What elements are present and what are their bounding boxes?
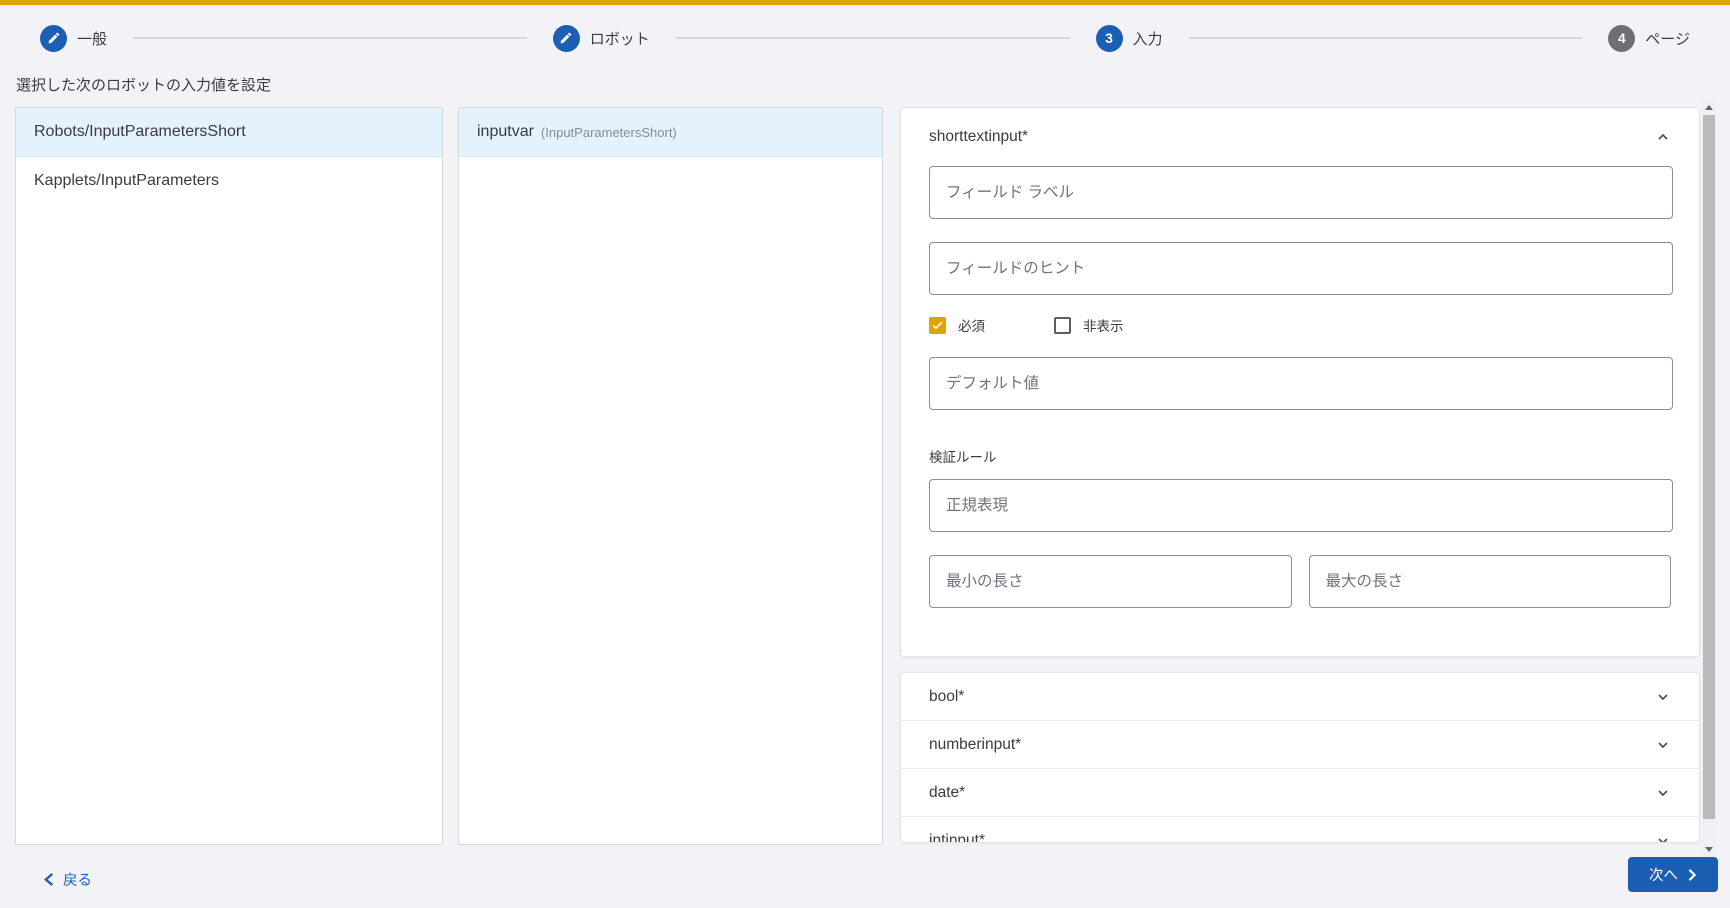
chevron-up-icon[interactable] [1655, 129, 1671, 145]
collapsed-sections-list: bool* numberinput* date* intinput* [900, 672, 1700, 843]
step-label: ページ [1645, 30, 1690, 48]
chevron-down-icon [1658, 693, 1668, 700]
variable-name: inputvar [477, 123, 534, 140]
min-length-input[interactable] [929, 555, 1292, 608]
vertical-scrollbar[interactable] [1702, 100, 1716, 857]
default-value-input[interactable] [929, 357, 1673, 410]
hidden-checkbox[interactable] [1054, 316, 1071, 334]
section-title: shorttextinput* [929, 128, 1029, 145]
robot-list-item[interactable]: Kapplets/InputParameters [16, 157, 442, 206]
section-title: bool* [929, 687, 965, 705]
chevron-left-icon [44, 873, 54, 886]
robot-list-panel: Robots/InputParametersShort Kapplets/Inp… [15, 107, 443, 845]
step-label: ロボット [589, 30, 650, 48]
chevron-down-icon [1658, 789, 1668, 796]
step-general[interactable]: 一般 [40, 24, 108, 52]
hidden-label: 非表示 [1083, 319, 1124, 334]
stepper-connector [675, 37, 1070, 39]
robot-name: Kapplets/InputParameters [34, 172, 219, 189]
pencil-icon [552, 24, 580, 52]
pencil-icon [40, 24, 67, 52]
step-robot[interactable]: ロボット [552, 24, 650, 52]
scroll-down-arrow[interactable] [1705, 847, 1713, 852]
variable-list-panel: inputvar (InputParametersShort) [458, 107, 883, 845]
step-label: 入力 [1132, 30, 1163, 48]
step-label: 一般 [77, 30, 108, 48]
scrollbar-thumb[interactable] [1703, 115, 1715, 819]
next-button[interactable]: 次へ [1628, 857, 1718, 892]
variable-type: (InputParametersShort) [540, 124, 677, 140]
required-label: 必須 [958, 319, 985, 334]
section-row-bool[interactable]: bool* [901, 673, 1699, 721]
page-subtitle: 選択した次のロボットの入力値を設定 [16, 77, 272, 94]
section-row-intinput[interactable]: intinput* [901, 817, 1699, 843]
top-accent-bar [0, 0, 1730, 5]
section-row-numberinput[interactable]: numberinput* [901, 721, 1699, 769]
back-label: 戻る [63, 873, 92, 889]
step-input[interactable]: 3 入力 [1095, 24, 1163, 52]
validation-rules-label: 検証ルール [929, 450, 997, 465]
field-label-input[interactable] [929, 166, 1673, 219]
required-checkbox[interactable] [929, 316, 946, 334]
robot-list-item[interactable]: Robots/InputParametersShort [16, 108, 442, 157]
next-label: 次へ [1649, 868, 1678, 884]
checkbox-row: 必須 非表示 [929, 316, 1671, 334]
chevron-down-icon [1658, 838, 1668, 842]
section-title: intinput* [929, 832, 986, 843]
regex-input[interactable] [929, 479, 1673, 532]
stepper-connector [1188, 37, 1583, 39]
variable-list-item[interactable]: inputvar (InputParametersShort) [459, 108, 882, 157]
scroll-up-arrow[interactable] [1705, 105, 1713, 110]
stepper-connector [133, 37, 527, 39]
wizard-stepper: 一般 ロボット 3 入力 4 ページ [0, 22, 1730, 54]
chevron-right-icon [1688, 868, 1697, 881]
field-hint-input[interactable] [929, 242, 1673, 295]
back-button[interactable]: 戻る [44, 869, 92, 890]
chevron-down-icon [1658, 741, 1668, 748]
step-page[interactable]: 4 ページ [1608, 24, 1690, 52]
step-number-badge: 4 [1608, 24, 1636, 52]
section-title: date* [929, 783, 966, 801]
shorttextinput-section: shorttextinput* 必須 非表示 検証ルール [900, 107, 1700, 657]
max-length-input[interactable] [1308, 555, 1671, 608]
robot-name: Robots/InputParametersShort [34, 123, 246, 140]
section-row-date[interactable]: date* [901, 769, 1699, 817]
step-number-badge: 3 [1095, 24, 1123, 52]
section-title: numberinput* [929, 735, 1022, 753]
length-inputs-row [929, 555, 1671, 608]
section-header[interactable]: shorttextinput* [929, 108, 1671, 166]
